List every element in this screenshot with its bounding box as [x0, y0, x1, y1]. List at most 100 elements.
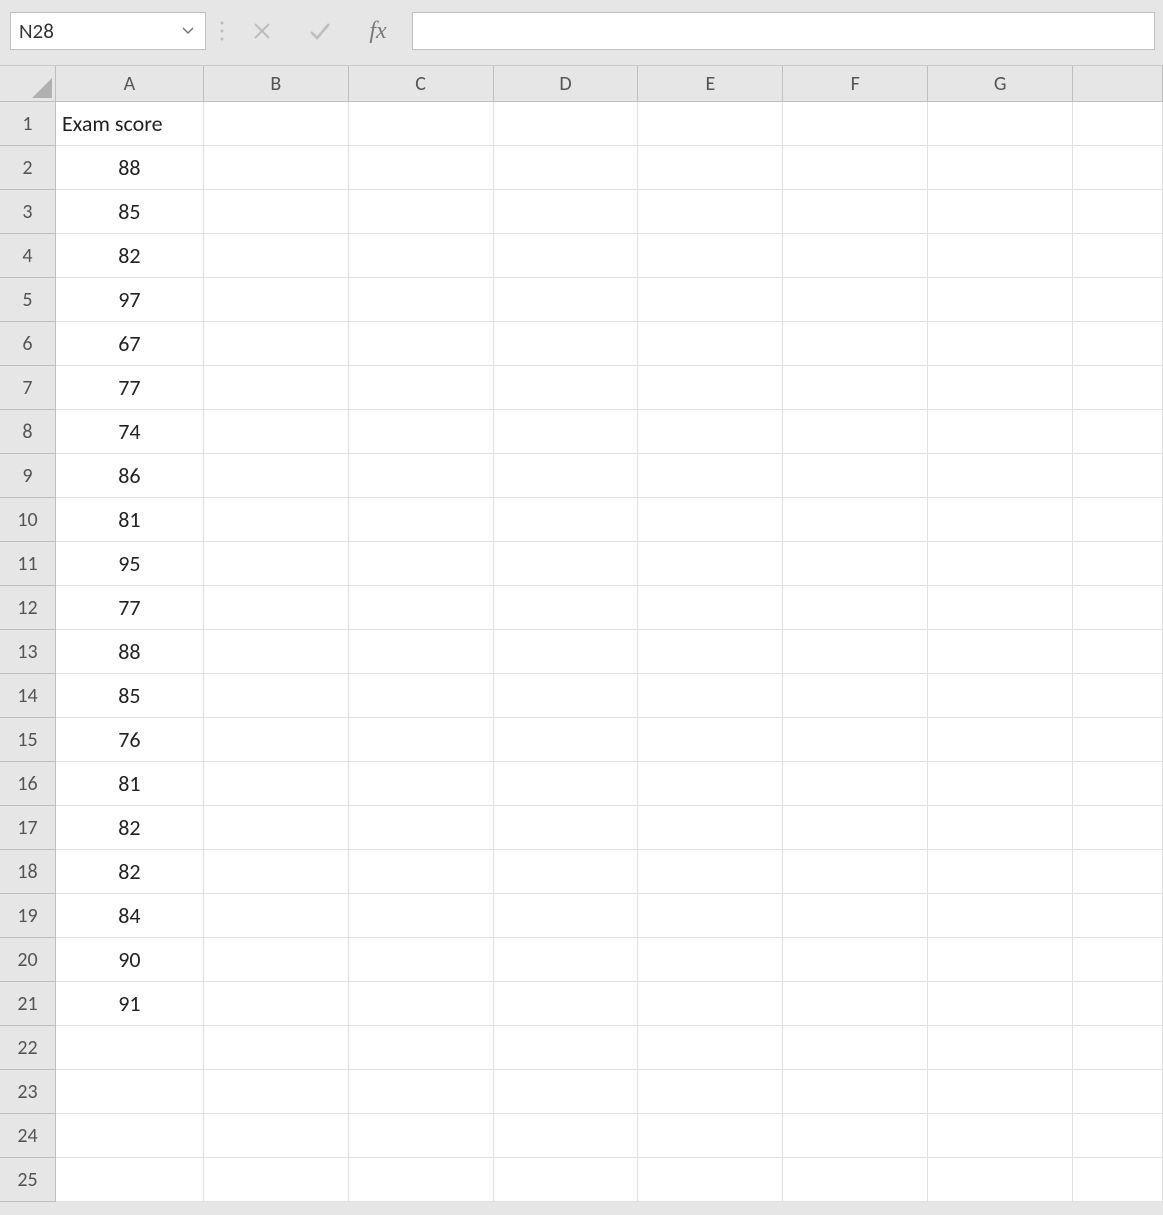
- cell-A12[interactable]: 77: [56, 586, 204, 630]
- cell-E1[interactable]: [638, 102, 783, 146]
- cell-E2[interactable]: [638, 146, 783, 190]
- cell-F12[interactable]: [783, 586, 928, 630]
- cell-E4[interactable]: [638, 234, 783, 278]
- cell-F2[interactable]: [783, 146, 928, 190]
- cell-G12[interactable]: [928, 586, 1073, 630]
- cell-E22[interactable]: [638, 1026, 783, 1070]
- cell-E23[interactable]: [638, 1070, 783, 1114]
- cell-E18[interactable]: [638, 850, 783, 894]
- cell-G3[interactable]: [928, 190, 1073, 234]
- cell-A17[interactable]: 82: [56, 806, 204, 850]
- cell-A22[interactable]: [56, 1026, 204, 1070]
- cell-extra-10[interactable]: [1073, 498, 1163, 542]
- cell-B17[interactable]: [204, 806, 349, 850]
- row-header-1[interactable]: 1: [0, 102, 56, 146]
- cell-C17[interactable]: [349, 806, 494, 850]
- cell-E10[interactable]: [638, 498, 783, 542]
- cell-C1[interactable]: [349, 102, 494, 146]
- cell-E5[interactable]: [638, 278, 783, 322]
- cell-F22[interactable]: [783, 1026, 928, 1070]
- cell-D23[interactable]: [494, 1070, 639, 1114]
- column-header-C[interactable]: C: [349, 66, 494, 102]
- cell-extra-16[interactable]: [1073, 762, 1163, 806]
- cell-A10[interactable]: 81: [56, 498, 204, 542]
- cell-E14[interactable]: [638, 674, 783, 718]
- row-header-18[interactable]: 18: [0, 850, 56, 894]
- cell-C4[interactable]: [349, 234, 494, 278]
- cell-A18[interactable]: 82: [56, 850, 204, 894]
- cell-B5[interactable]: [204, 278, 349, 322]
- cell-extra-3[interactable]: [1073, 190, 1163, 234]
- cell-F7[interactable]: [783, 366, 928, 410]
- cell-A7[interactable]: 77: [56, 366, 204, 410]
- cell-G21[interactable]: [928, 982, 1073, 1026]
- column-header-B[interactable]: B: [204, 66, 349, 102]
- cell-C16[interactable]: [349, 762, 494, 806]
- row-header-21[interactable]: 21: [0, 982, 56, 1026]
- cell-E17[interactable]: [638, 806, 783, 850]
- cell-extra-14[interactable]: [1073, 674, 1163, 718]
- cell-extra-6[interactable]: [1073, 322, 1163, 366]
- cell-G17[interactable]: [928, 806, 1073, 850]
- cell-C15[interactable]: [349, 718, 494, 762]
- cell-G19[interactable]: [928, 894, 1073, 938]
- cell-A19[interactable]: 84: [56, 894, 204, 938]
- name-box-wrap[interactable]: [10, 12, 206, 50]
- row-header-4[interactable]: 4: [0, 234, 56, 278]
- cell-C22[interactable]: [349, 1026, 494, 1070]
- cell-C9[interactable]: [349, 454, 494, 498]
- cell-B4[interactable]: [204, 234, 349, 278]
- name-box-dropdown[interactable]: [171, 13, 205, 49]
- cell-B3[interactable]: [204, 190, 349, 234]
- cell-F16[interactable]: [783, 762, 928, 806]
- cell-G18[interactable]: [928, 850, 1073, 894]
- cell-G11[interactable]: [928, 542, 1073, 586]
- cell-extra-8[interactable]: [1073, 410, 1163, 454]
- cell-B1[interactable]: [204, 102, 349, 146]
- cell-F9[interactable]: [783, 454, 928, 498]
- cell-D19[interactable]: [494, 894, 639, 938]
- cell-D2[interactable]: [494, 146, 639, 190]
- cell-G1[interactable]: [928, 102, 1073, 146]
- cell-F23[interactable]: [783, 1070, 928, 1114]
- cell-A2[interactable]: 88: [56, 146, 204, 190]
- cell-D3[interactable]: [494, 190, 639, 234]
- cell-E15[interactable]: [638, 718, 783, 762]
- cell-F3[interactable]: [783, 190, 928, 234]
- cell-B10[interactable]: [204, 498, 349, 542]
- cell-E19[interactable]: [638, 894, 783, 938]
- cell-C5[interactable]: [349, 278, 494, 322]
- cell-extra-9[interactable]: [1073, 454, 1163, 498]
- row-header-10[interactable]: 10: [0, 498, 56, 542]
- cell-A5[interactable]: 97: [56, 278, 204, 322]
- cell-C11[interactable]: [349, 542, 494, 586]
- row-header-8[interactable]: 8: [0, 410, 56, 454]
- cell-F1[interactable]: [783, 102, 928, 146]
- column-header-F[interactable]: F: [783, 66, 928, 102]
- cell-G5[interactable]: [928, 278, 1073, 322]
- cell-F8[interactable]: [783, 410, 928, 454]
- row-header-23[interactable]: 23: [0, 1070, 56, 1114]
- cell-G24[interactable]: [928, 1114, 1073, 1158]
- cell-extra-21[interactable]: [1073, 982, 1163, 1026]
- cell-B24[interactable]: [204, 1114, 349, 1158]
- cell-C2[interactable]: [349, 146, 494, 190]
- cell-B6[interactable]: [204, 322, 349, 366]
- cell-D25[interactable]: [494, 1158, 639, 1202]
- cell-A11[interactable]: 95: [56, 542, 204, 586]
- cell-C12[interactable]: [349, 586, 494, 630]
- cell-E21[interactable]: [638, 982, 783, 1026]
- cell-A15[interactable]: 76: [56, 718, 204, 762]
- cell-extra-5[interactable]: [1073, 278, 1163, 322]
- cell-extra-7[interactable]: [1073, 366, 1163, 410]
- cell-G25[interactable]: [928, 1158, 1073, 1202]
- cell-G2[interactable]: [928, 146, 1073, 190]
- cell-D8[interactable]: [494, 410, 639, 454]
- cell-C14[interactable]: [349, 674, 494, 718]
- row-header-25[interactable]: 25: [0, 1158, 56, 1202]
- row-header-15[interactable]: 15: [0, 718, 56, 762]
- cell-G23[interactable]: [928, 1070, 1073, 1114]
- cell-A8[interactable]: 74: [56, 410, 204, 454]
- cell-extra-19[interactable]: [1073, 894, 1163, 938]
- cell-F19[interactable]: [783, 894, 928, 938]
